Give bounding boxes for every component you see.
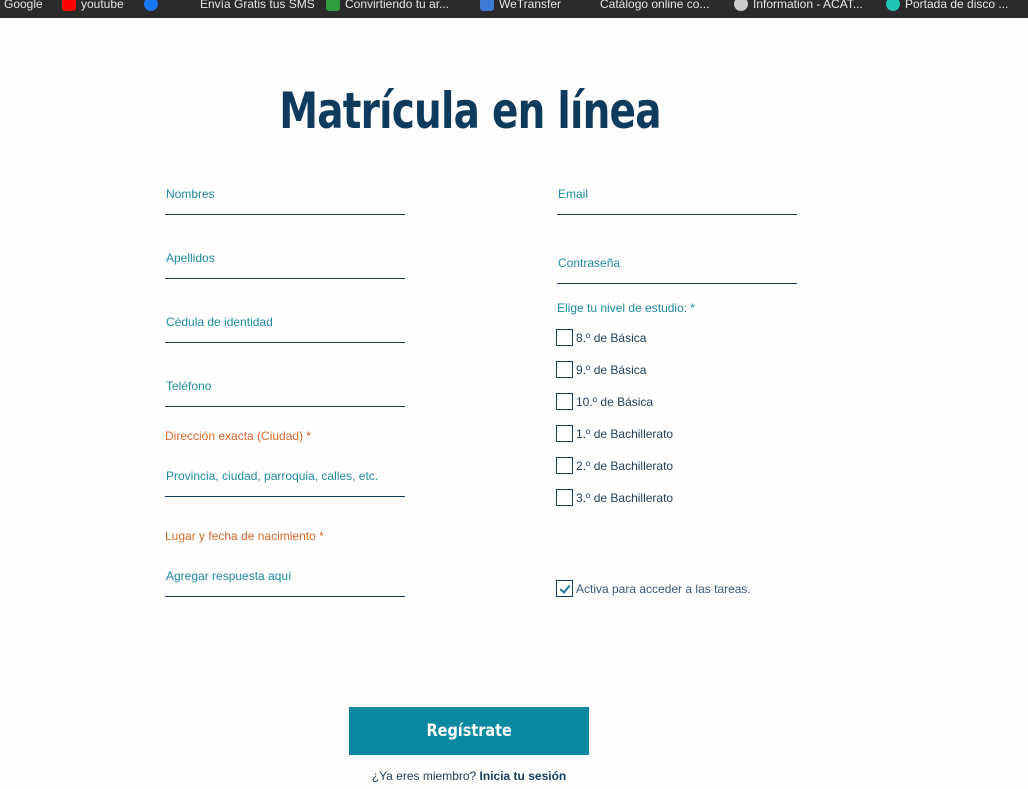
wetransfer-icon <box>480 0 494 11</box>
converter-icon <box>326 0 340 11</box>
member-text: ¿Ya eres miembro? <box>371 769 480 783</box>
nivel-option-1-bachillerato[interactable]: 1.º de Bachillerato <box>556 424 673 443</box>
lugar-placeholder: Agregar respuesta aquí <box>166 569 292 583</box>
nivel-option-9-basica[interactable]: 9.º de Básica <box>556 360 646 379</box>
bookmarks-bar: Google youtube Envía Gratis tus SMS Conv… <box>0 0 1028 18</box>
activa-checkbox[interactable] <box>556 580 573 597</box>
bookmark-label: Information - ACAT... <box>753 0 863 11</box>
checkbox-label: 9.º de Básica <box>576 362 647 377</box>
bookmark-label: Convirtiendo tu ar... <box>345 0 450 11</box>
checkbox-label: 2.º de Bachillerato <box>576 458 674 473</box>
register-button-label: Regístrate <box>426 721 512 741</box>
bookmark-label: youtube <box>81 0 124 11</box>
lugar-field[interactable]: Agregar respuesta aquí <box>165 566 405 597</box>
direccion-placeholder: Provincia, ciudad, parroquia, calles, et… <box>166 469 379 483</box>
nivel-option-10-basica[interactable]: 10.º de Básica <box>556 392 653 411</box>
cedula-field[interactable]: Cédula de identidad <box>165 312 405 343</box>
bookmark-converter[interactable]: Convirtiendo tu ar... <box>326 0 449 14</box>
bookmark-catalog[interactable]: Catálogo online co... <box>600 0 709 14</box>
cedula-placeholder: Cédula de identidad <box>166 315 273 329</box>
bookmark-disc[interactable]: Portada de disco ... <box>886 0 1008 14</box>
bookmark-label: Catálogo online co... <box>600 0 710 11</box>
direccion-field[interactable]: Provincia, ciudad, parroquia, calles, et… <box>165 466 405 497</box>
login-link[interactable]: Inicia tu sesión <box>480 769 567 783</box>
apellidos-field[interactable]: Apellidos <box>165 248 405 279</box>
bookmark-wetransfer[interactable]: WeTransfer <box>480 0 561 14</box>
page-title: Matrícula en línea <box>279 82 661 140</box>
info-icon <box>734 0 748 11</box>
checkbox[interactable] <box>556 393 573 410</box>
checkbox-label: 10.º de Básica <box>576 394 654 409</box>
lugar-label: Lugar y fecha de nacimiento * <box>165 529 324 543</box>
bookmark-label: Google <box>4 0 43 11</box>
checkbox[interactable] <box>556 361 573 378</box>
disc-icon <box>886 0 900 11</box>
bookmark-sms[interactable]: Envía Gratis tus SMS <box>200 0 315 14</box>
bookmark-information[interactable]: Information - ACAT... <box>734 0 863 14</box>
bookmark-google[interactable]: Google <box>4 0 43 14</box>
activa-label: Activa para acceder a las tareas. <box>576 581 751 596</box>
register-button[interactable]: Regístrate <box>349 707 589 755</box>
member-prompt: ¿Ya eres miembro? Inicia tu sesión <box>0 769 938 783</box>
checkbox-label: 1.º de Bachillerato <box>576 426 674 441</box>
nombres-field[interactable]: Nombres <box>165 184 405 215</box>
checkbox[interactable] <box>556 425 573 442</box>
nivel-option-8-basica[interactable]: 8.º de Básica <box>556 328 646 347</box>
email-field[interactable]: Email <box>557 184 797 215</box>
checkbox[interactable] <box>556 457 573 474</box>
bookmark-label: WeTransfer <box>499 0 562 11</box>
bookmark-facebook[interactable] <box>144 0 158 14</box>
bookmark-youtube[interactable]: youtube <box>62 0 124 14</box>
nivel-label: Elige tu nivel de estudio: * <box>557 301 696 315</box>
youtube-icon <box>62 0 76 11</box>
nombres-placeholder: Nombres <box>166 187 215 201</box>
apellidos-placeholder: Apellidos <box>166 251 215 265</box>
checkbox-label: 8.º de Básica <box>576 330 647 345</box>
checkbox-label: 3.º de Bachillerato <box>576 490 674 505</box>
email-placeholder: Email <box>558 187 589 201</box>
direccion-label: Dirección exacta (Ciudad) * <box>165 429 312 443</box>
checkbox[interactable] <box>556 489 573 506</box>
contrasena-field[interactable]: Contraseña <box>557 253 797 284</box>
telefono-placeholder: Teléfono <box>166 379 212 393</box>
nivel-option-2-bachillerato[interactable]: 2.º de Bachillerato <box>556 456 673 475</box>
activa-option[interactable]: Activa para acceder a las tareas. <box>556 579 751 598</box>
facebook-icon <box>144 0 158 11</box>
checkbox[interactable] <box>556 329 573 346</box>
bookmark-label: Envía Gratis tus SMS <box>200 0 315 11</box>
nivel-option-3-bachillerato[interactable]: 3.º de Bachillerato <box>556 488 673 507</box>
telefono-field[interactable]: Teléfono <box>165 376 405 407</box>
contrasena-placeholder: Contraseña <box>558 256 621 270</box>
bookmark-label: Portada de disco ... <box>905 0 1009 11</box>
